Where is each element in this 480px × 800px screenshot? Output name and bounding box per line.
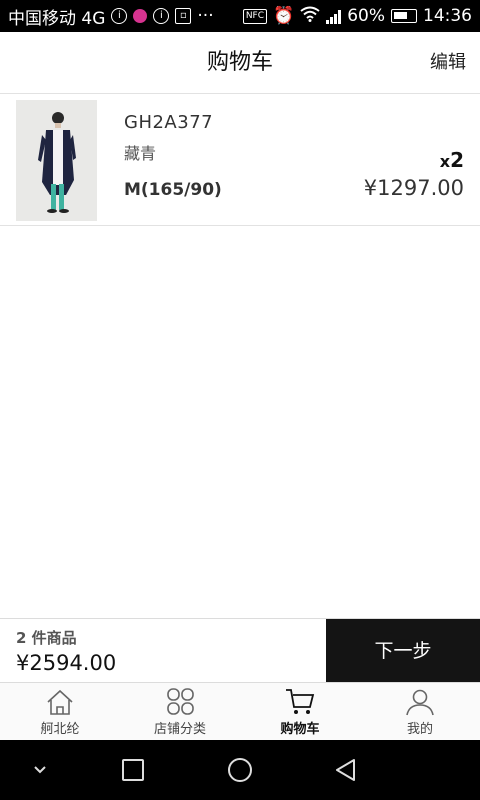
edit-button[interactable]: 编辑: [430, 32, 466, 94]
back-icon: [336, 759, 355, 781]
checkout-summary: 2 件商品 ¥2594.00 下一步: [0, 618, 480, 683]
carrier-label: 中国移动 4G: [8, 8, 106, 29]
product-image[interactable]: [16, 100, 97, 221]
battery-icon: [391, 9, 417, 23]
wifi-icon: [300, 6, 320, 27]
tab-home-label: 舸北纶: [40, 722, 80, 737]
back-nav-button[interactable]: [316, 740, 376, 800]
quantity-prefix: x: [439, 152, 451, 171]
nfc-icon: NFC: [242, 8, 268, 24]
product-color: 藏青: [124, 144, 157, 163]
product-price: ¥1297.00: [363, 176, 464, 200]
status-bar: 中国移动 4G i i ▫ ··· NFC ⏰ 60% 14:36: [0, 0, 480, 32]
system-nav-bar: [0, 740, 480, 800]
more-icon: ···: [197, 6, 214, 26]
product-size: M(165/90): [124, 180, 222, 200]
home-icon: [47, 689, 73, 715]
header: 购物车 编辑: [0, 32, 480, 94]
cart-item[interactable]: GH2A377 藏青 M(165/90) x2 ¥1297.00: [0, 94, 480, 226]
info-icon: i: [111, 8, 128, 24]
tab-cart[interactable]: 购物车: [240, 683, 360, 740]
profile-icon: [406, 689, 434, 716]
quantity-value: 2: [450, 148, 464, 172]
clock: 14:36: [423, 6, 472, 26]
tab-profile-label: 我的: [406, 722, 433, 737]
image-icon: ▫: [175, 8, 192, 24]
home-circle-icon: [228, 758, 252, 782]
category-icon: [167, 688, 194, 715]
recent-apps-button[interactable]: [103, 740, 163, 800]
status-bar-left: 中国移动 4G i i ▫ ···: [8, 4, 214, 29]
tab-categories-label: 店铺分类: [153, 722, 206, 737]
total-price: ¥2594.00: [16, 651, 117, 675]
next-step-button[interactable]: 下一步: [326, 619, 480, 683]
tab-categories[interactable]: 店铺分类: [120, 683, 240, 740]
tab-cart-label: 购物车: [280, 722, 320, 737]
product-quantity: x2: [440, 148, 464, 172]
info-icon-2: i: [153, 8, 170, 24]
page-title: 购物车: [206, 50, 273, 75]
tab-profile[interactable]: 我的: [360, 683, 480, 740]
cart-icon: [286, 689, 315, 714]
tab-home[interactable]: 舸北纶: [0, 683, 120, 740]
battery-percent: 60%: [347, 6, 385, 26]
signal-icon: [326, 8, 342, 24]
hide-nav-button[interactable]: [10, 740, 70, 800]
bottom-tab-bar: 舸北纶 店铺分类 购物车 我的: [0, 682, 480, 740]
chevron-down-icon: [34, 766, 46, 774]
home-nav-button[interactable]: [210, 740, 270, 800]
product-code: GH2A377: [124, 112, 214, 133]
alarm-icon: ⏰: [273, 6, 295, 26]
recent-apps-icon: [122, 759, 144, 781]
item-count: 2 件商品: [16, 629, 77, 647]
status-bar-right: NFC ⏰ 60% 14:36: [242, 6, 472, 27]
app-notification-icon: [133, 9, 148, 23]
